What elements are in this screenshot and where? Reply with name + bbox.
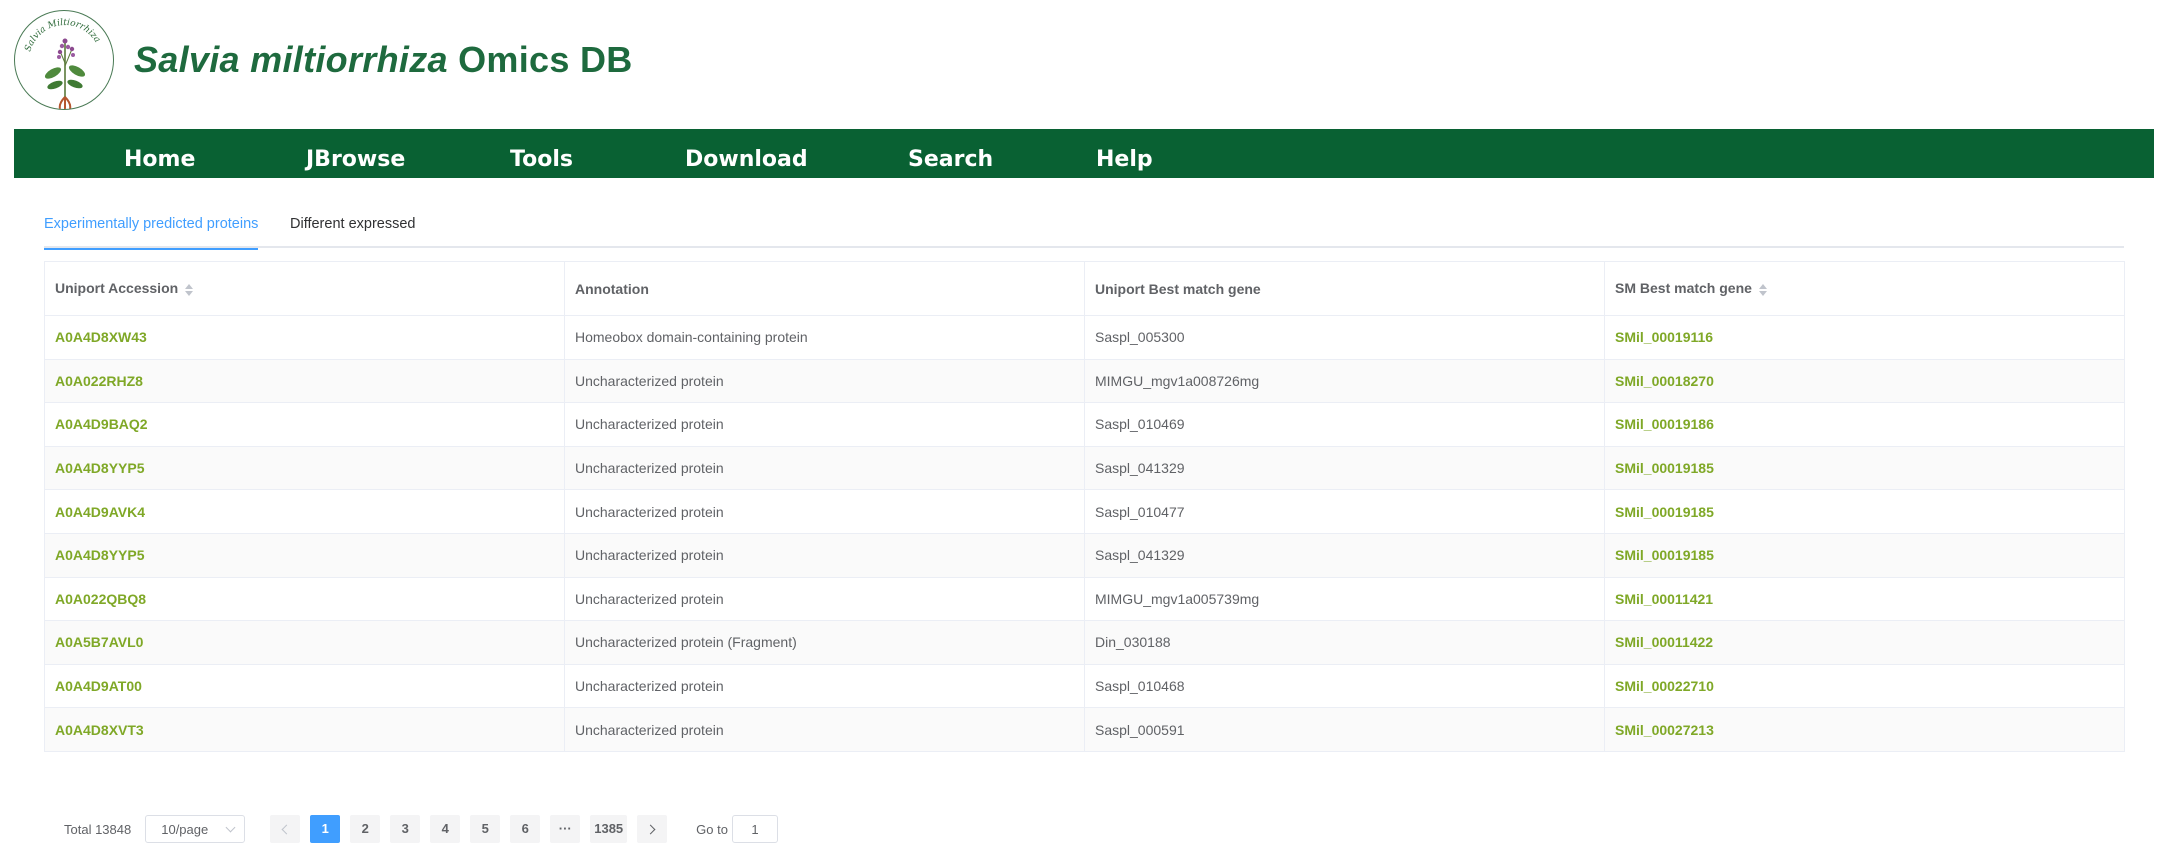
- annotation-cell: Uncharacterized protein: [564, 576, 1085, 622]
- column-header-sm-best-match-gene[interactable]: SM Best match gene: [1604, 261, 2125, 316]
- site-logo[interactable]: Salvia Miltiorrhiza: [14, 10, 114, 110]
- table-row: A0A4D8XW43 Homeobox domain-containing pr…: [44, 315, 2125, 360]
- uniport-gene-cell: Saspl_010477: [1084, 489, 1605, 534]
- annotation-cell: Uncharacterized protein: [564, 445, 1085, 491]
- uniport-accession-link[interactable]: A0A4D9AVK4: [44, 489, 565, 534]
- prev-page-button[interactable]: [270, 815, 301, 843]
- uniport-accession-link[interactable]: A0A4D9BAQ2: [44, 402, 565, 447]
- uniport-gene-cell: Din_030188: [1084, 620, 1605, 665]
- uniport-accession-link[interactable]: A0A022QBQ8: [44, 576, 565, 622]
- salvia-plant-icon: Salvia Miltiorrhiza: [23, 18, 102, 109]
- uniport-gene-cell: Saspl_010468: [1084, 663, 1605, 709]
- column-header-annotation: Annotation: [564, 261, 1085, 316]
- page-size-select[interactable]: 10/page: [145, 815, 246, 843]
- sm-gene-link[interactable]: SMil_00019185: [1604, 489, 2125, 534]
- goto-page: Go to: [696, 815, 778, 843]
- nav-help[interactable]: Help: [1096, 129, 1153, 178]
- table-row: A0A4D8YYP5 Uncharacterized protein Saspl…: [44, 445, 2125, 491]
- page-button-6[interactable]: 6: [510, 815, 541, 843]
- tab-experimentally-predicted-proteins[interactable]: Experimentally predicted proteins: [44, 216, 259, 250]
- table-row: A0A4D9BAQ2 Uncharacterized protein Saspl…: [44, 402, 2125, 447]
- annotation-cell: Uncharacterized protein: [564, 402, 1085, 447]
- site-header: Salvia Miltiorrhiza Salvia miltiorrhiza …: [14, 10, 633, 110]
- table-row: A0A022QBQ8 Uncharacterized protein MIMGU…: [44, 576, 2125, 622]
- chevron-down-icon: [225, 822, 236, 833]
- uniport-accession-link[interactable]: A0A4D8XW43: [44, 315, 565, 360]
- nav-search[interactable]: Search: [908, 129, 993, 178]
- chevron-right-icon: [645, 824, 656, 835]
- table-row: A0A5B7AVL0 Uncharacterized protein (Frag…: [44, 620, 2125, 665]
- table-row: A0A4D8YYP5 Uncharacterized protein Saspl…: [44, 532, 2125, 578]
- nav-tools[interactable]: Tools: [510, 129, 573, 178]
- page-button-1[interactable]: 1: [310, 815, 341, 843]
- sm-gene-link[interactable]: SMil_00019185: [1604, 532, 2125, 578]
- uniport-accession-link[interactable]: A0A4D8XVT3: [44, 707, 565, 752]
- nav-download[interactable]: Download: [685, 129, 808, 178]
- uniport-gene-cell: Saspl_041329: [1084, 445, 1605, 491]
- page-size-value: 10/page: [161, 821, 209, 837]
- uniport-gene-cell: Saspl_005300: [1084, 315, 1605, 360]
- uniport-gene-cell: Saspl_010469: [1084, 402, 1605, 447]
- page-button-4[interactable]: 4: [430, 815, 461, 843]
- uniport-gene-cell: MIMGU_mgv1a008726mg: [1084, 358, 1605, 404]
- column-header-uniport-best-match-gene: Uniport Best match gene: [1084, 261, 1605, 316]
- sort-caret-icon[interactable]: [1758, 283, 1768, 297]
- sm-gene-link[interactable]: SMil_00019116: [1604, 315, 2125, 360]
- sm-gene-link[interactable]: SMil_00019186: [1604, 402, 2125, 447]
- uniport-gene-cell: Saspl_000591: [1084, 707, 1605, 752]
- sort-caret-icon[interactable]: [184, 283, 194, 297]
- sm-gene-link[interactable]: SMil_00027213: [1604, 707, 2125, 752]
- table-row: A0A4D8XVT3 Uncharacterized protein Saspl…: [44, 707, 2125, 752]
- uniport-accession-link[interactable]: A0A5B7AVL0: [44, 620, 565, 665]
- protein-table: Uniport Accession Annotation Uniport Bes…: [44, 261, 2125, 752]
- more-pages-button[interactable]: ···: [550, 815, 581, 843]
- annotation-cell: Uncharacterized protein: [564, 663, 1085, 709]
- page-button-2[interactable]: 2: [350, 815, 381, 843]
- sm-gene-link[interactable]: SMil_00018270: [1604, 358, 2125, 404]
- sm-gene-link[interactable]: SMil_00011422: [1604, 620, 2125, 665]
- nav-home[interactable]: Home: [124, 129, 195, 178]
- table-row: A0A4D9AT00 Uncharacterized protein Saspl…: [44, 663, 2125, 709]
- annotation-cell: Homeobox domain-containing protein: [564, 315, 1085, 360]
- site-title-suffix: Omics DB: [447, 39, 633, 80]
- annotation-cell: Uncharacterized protein: [564, 707, 1085, 752]
- uniport-accession-link[interactable]: A0A4D8YYP5: [44, 532, 565, 578]
- site-title-species: Salvia miltiorrhiza: [134, 39, 448, 80]
- chevron-left-icon: [281, 824, 292, 835]
- table-row: A0A4D9AVK4 Uncharacterized protein Saspl…: [44, 489, 2125, 534]
- uniport-gene-cell: Saspl_041329: [1084, 532, 1605, 578]
- annotation-cell: Uncharacterized protein (Fragment): [564, 620, 1085, 665]
- column-header-uniport-accession[interactable]: Uniport Accession: [44, 261, 565, 316]
- table-header-row: Uniport Accession Annotation Uniport Bes…: [44, 261, 2125, 316]
- goto-label: Go to: [696, 821, 728, 837]
- uniport-gene-cell: MIMGU_mgv1a005739mg: [1084, 576, 1605, 622]
- tab-different-expressed[interactable]: Different expressed: [290, 216, 415, 248]
- uniport-accession-link[interactable]: A0A4D8YYP5: [44, 445, 565, 491]
- site-title: Salvia miltiorrhiza Omics DB: [134, 39, 633, 81]
- table-row: A0A022RHZ8 Uncharacterized protein MIMGU…: [44, 358, 2125, 404]
- annotation-cell: Uncharacterized protein: [564, 489, 1085, 534]
- main-nav: Home JBrowse Tools Download Search Help: [14, 129, 2154, 178]
- uniport-accession-link[interactable]: A0A022RHZ8: [44, 358, 565, 404]
- page-button-5[interactable]: 5: [470, 815, 501, 843]
- pagination: Total 13848 10/page 1 2 3 4 5 6 ··· 1385…: [64, 815, 778, 843]
- next-page-button[interactable]: [637, 815, 668, 843]
- goto-page-input[interactable]: [731, 815, 778, 843]
- pagination-total: Total 13848: [64, 821, 132, 837]
- page-button-last[interactable]: 1385: [590, 815, 628, 843]
- nav-jbrowse[interactable]: JBrowse: [306, 129, 405, 178]
- uniport-accession-link[interactable]: A0A4D9AT00: [44, 663, 565, 709]
- page-button-3[interactable]: 3: [390, 815, 421, 843]
- sm-gene-link[interactable]: SMil_00019185: [1604, 445, 2125, 491]
- sm-gene-link[interactable]: SMil_00022710: [1604, 663, 2125, 709]
- annotation-cell: Uncharacterized protein: [564, 358, 1085, 404]
- annotation-cell: Uncharacterized protein: [564, 532, 1085, 578]
- content-tabs: Experimentally predicted proteins Differ…: [44, 208, 2124, 250]
- sm-gene-link[interactable]: SMil_00011421: [1604, 576, 2125, 622]
